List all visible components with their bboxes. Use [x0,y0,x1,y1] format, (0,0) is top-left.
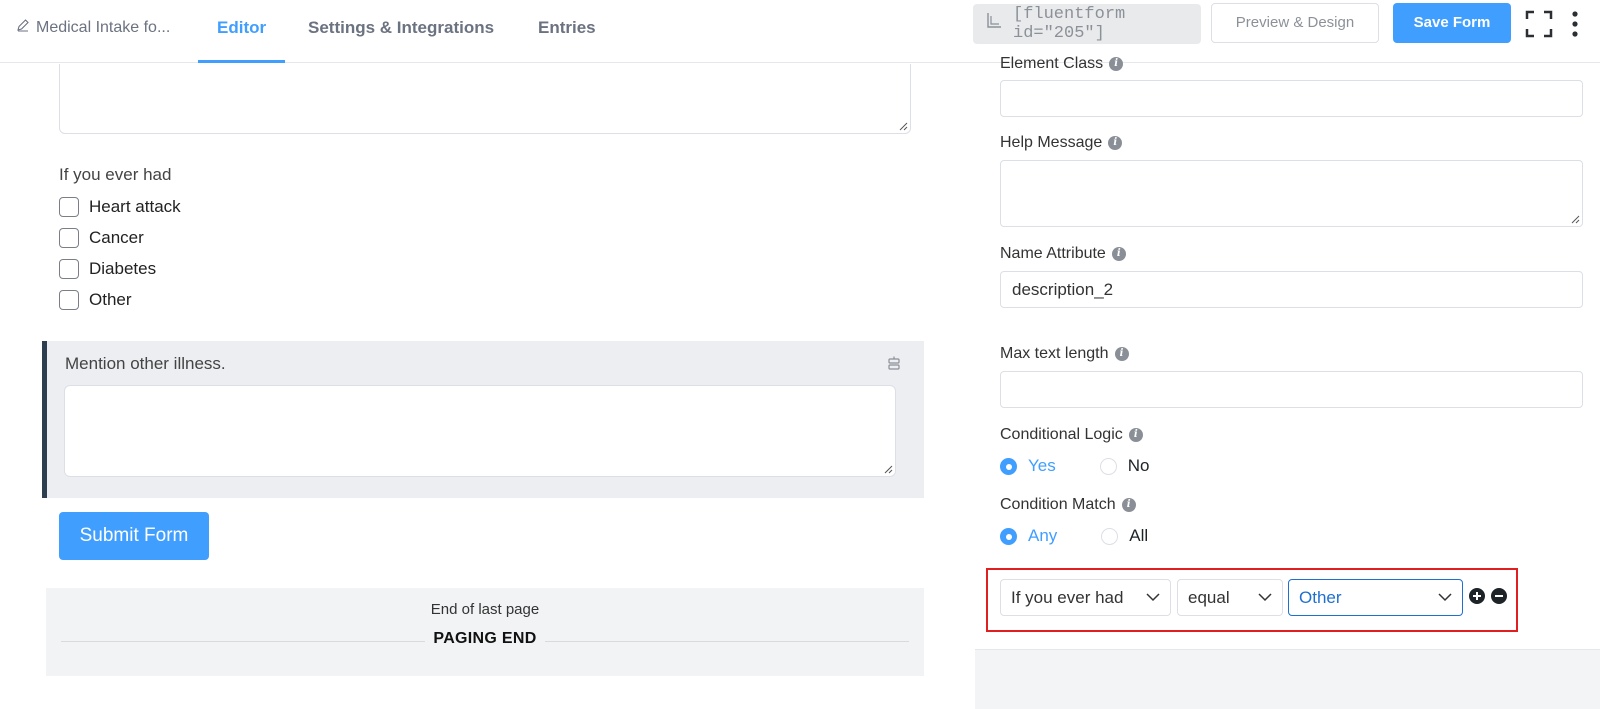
conditional-yes-option[interactable]: Yes [1000,456,1056,476]
form-title-breadcrumb[interactable]: Medical Intake fo... [16,18,170,37]
checkbox[interactable] [59,228,79,248]
chevron-down-icon [1258,593,1272,602]
max-text-length-label-text: Max text length [1000,345,1109,362]
checkbox-option-label: Cancer [89,228,144,247]
tab-settings-integrations[interactable]: Settings & Integrations [308,0,494,63]
conditional-logic-radio-group: Yes No [1000,456,1149,476]
selected-field-block[interactable]: Mention other illness. [42,341,924,498]
preview-design-button[interactable]: Preview & Design [1211,3,1379,43]
name-attribute-input[interactable]: description_2 [1000,271,1583,308]
resize-handle-icon[interactable] [898,121,908,131]
tab-editor[interactable]: Editor [198,0,286,63]
resize-handle-icon[interactable] [1570,214,1580,224]
select-value: equal [1188,588,1230,607]
element-class-label: Element Class i [1000,55,1124,73]
max-text-length-label: Max text length i [1000,345,1129,363]
remove-condition-icon[interactable] [1491,588,1507,604]
info-icon[interactable]: i [1121,498,1136,512]
field-settings-panel: Element Class i Help Message i Name Attr… [975,55,1600,709]
settings-card: Element Class i Help Message i Name Attr… [975,55,1600,650]
checkbox-option[interactable]: Cancer [59,228,144,248]
chevron-down-icon [1146,593,1160,602]
conditional-logic-label: Conditional Logic i [1000,426,1143,444]
previous-textarea-field[interactable] [59,64,911,134]
checkbox-option-label: Diabetes [89,259,157,278]
radio-label: All [1129,526,1149,545]
field-settings-icon[interactable] [886,356,902,372]
checkbox-option[interactable]: Diabetes [59,259,156,279]
chevron-down-icon [1438,593,1452,602]
radio-button[interactable] [1000,457,1017,475]
conditional-logic-label-text: Conditional Logic [1000,426,1123,443]
form-title: Medical Intake fo... [36,18,171,36]
help-message-label: Help Message i [1000,134,1123,152]
element-class-label-text: Element Class [1000,55,1104,72]
radio-button[interactable] [1000,527,1017,545]
element-class-input[interactable] [1000,80,1583,117]
info-icon[interactable]: i [1128,428,1143,442]
selected-field-label: Mention other illness. [65,354,226,373]
info-icon[interactable]: i [1114,347,1129,361]
top-bar: Medical Intake fo... Editor Settings & I… [0,0,1600,63]
max-text-length-input[interactable] [1000,371,1583,408]
match-all-option[interactable]: All [1101,526,1148,546]
select-value: Other [1299,588,1342,607]
shortcode-copy[interactable]: [fluentform id="205"] [973,4,1201,44]
info-icon[interactable]: i [1109,57,1124,71]
help-message-label-text: Help Message [1000,134,1103,151]
condition-match-label-text: Condition Match [1000,496,1116,513]
checkbox-option[interactable]: Other [59,290,132,310]
add-condition-icon[interactable] [1469,588,1485,604]
condition-match-label: Condition Match i [1000,496,1136,514]
help-message-textarea[interactable] [1000,160,1583,227]
copy-icon [983,11,1003,37]
info-icon[interactable]: i [1111,247,1126,261]
name-attribute-label-text: Name Attribute [1000,245,1106,262]
condition-operator-select[interactable]: equal [1177,579,1283,616]
paging-subtitle: End of last page [430,601,540,618]
shortcode-text: [fluentform id="205"] [1013,5,1126,43]
checkbox-option-label: Other [89,290,132,309]
select-value: If you ever had [1011,588,1124,607]
condition-value-select[interactable]: Other [1288,579,1463,616]
checkbox-option[interactable]: Heart attack [59,197,181,217]
save-form-button[interactable]: Save Form [1393,3,1511,43]
conditional-no-option[interactable]: No [1099,456,1150,476]
radio-label: No [1127,456,1150,475]
condition-rule-row: If you ever had equal Other [986,568,1518,632]
edit-pencil-icon [16,18,30,37]
info-icon[interactable]: i [1108,136,1123,150]
checkbox-option-label: Heart attack [89,197,181,216]
form-editor-canvas: If you ever had Heart attack Cancer Diab… [0,64,972,709]
radio-label: Yes [1028,456,1056,475]
radio-button[interactable] [1099,457,1117,475]
resize-handle-icon[interactable] [883,464,893,474]
checkbox[interactable] [59,290,79,310]
paging-title: PAGING END [425,630,545,647]
tab-entries[interactable]: Entries [538,0,596,63]
other-illness-textarea[interactable] [64,385,896,477]
more-options-icon[interactable] [1570,10,1580,38]
submit-form-button[interactable]: Submit Form [59,512,209,560]
checkbox[interactable] [59,197,79,217]
condition-match-radio-group: Any All [1000,526,1148,546]
checkbox[interactable] [59,259,79,279]
name-attribute-label: Name Attribute i [1000,245,1126,263]
fullscreen-icon[interactable] [1525,10,1553,38]
paging-end-block[interactable]: End of last page PAGING END [46,588,924,676]
radio-button[interactable] [1101,527,1119,545]
condition-field-select[interactable]: If you ever had [1000,579,1171,616]
match-any-option[interactable]: Any [1000,526,1057,546]
radio-label: Any [1028,526,1058,545]
checkbox-question-label: If you ever had [59,165,172,184]
